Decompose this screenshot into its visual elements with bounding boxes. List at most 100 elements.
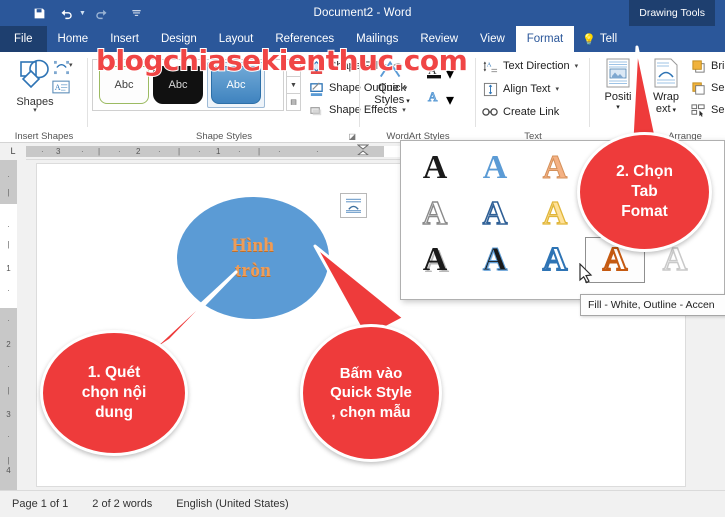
tab-insert[interactable]: Insert: [99, 26, 150, 52]
wordart-item-r3c1[interactable]: A: [405, 237, 465, 283]
status-bar: Page 1 of 1 2 of 2 words English (United…: [0, 490, 725, 517]
shape-style-thumb-2[interactable]: Abc: [153, 66, 203, 104]
tab-view[interactable]: View: [469, 26, 516, 52]
tell-me-box[interactable]: 💡 Tell: [574, 26, 625, 52]
tab-format[interactable]: Format: [515, 26, 575, 52]
text-fill-caret[interactable]: ▾: [446, 64, 454, 84]
shape-styles-dialog-launcher[interactable]: ◪: [348, 132, 356, 141]
tab-file[interactable]: File: [0, 26, 47, 52]
gallery-scroll-down-icon[interactable]: ▼: [286, 77, 301, 94]
wordart-item-r1c3[interactable]: A: [525, 145, 585, 191]
shape-style-thumb-3-selected[interactable]: Abc: [207, 62, 265, 108]
wordart-item-r1c4[interactable]: A: [585, 145, 645, 191]
wordart-item-r3c3[interactable]: A: [525, 237, 585, 283]
page-title: Document2 - Word: [313, 7, 412, 19]
ruler-mark-3L: 3: [56, 147, 61, 156]
position-icon: [606, 58, 630, 88]
text-outline-caret[interactable]: ▾: [446, 90, 454, 110]
group-arrange: Positi ▾ Wrap ext ▾ Bri Se Se Arrange: [590, 52, 725, 143]
wordart-tooltip: Fill - White, Outline - Accen: [580, 294, 725, 316]
tab-home[interactable]: Home: [47, 26, 100, 52]
bring-forward-button[interactable]: Bri: [690, 58, 724, 74]
tab-stop-selector[interactable]: L: [0, 142, 26, 160]
svg-text:A: A: [428, 89, 438, 104]
tab-references[interactable]: References: [264, 26, 345, 52]
wordart-gallery-dropdown[interactable]: A A A A A A A A A A A A A A A: [400, 140, 725, 300]
align-text-button[interactable]: Align Text ▾: [482, 81, 559, 97]
group-label-insert-shapes: Insert Shapes: [14, 131, 74, 142]
wordart-item-r1c2[interactable]: A: [465, 145, 525, 191]
group-shape-styles: Abc Abc Abc ▲ ▼ ▤ Shape Fill ▾ Shape Out…: [88, 52, 407, 143]
quick-styles-button[interactable]: Quick Styles ▾: [366, 82, 418, 108]
shape-style-thumb-3: Abc: [211, 66, 261, 104]
text-direction-label: Text Direction: [503, 60, 570, 72]
bring-forward-icon: [690, 58, 706, 74]
text-fill-icon: A: [426, 62, 442, 85]
position-button[interactable]: Positi ▾: [594, 58, 642, 111]
wordart-item-r1c5[interactable]: A: [645, 145, 705, 191]
text-direction-caret[interactable]: ▾: [575, 62, 579, 70]
lightbulb-icon: 💡: [582, 33, 596, 46]
wordart-item-r2c4[interactable]: A: [585, 191, 645, 237]
status-page[interactable]: Page 1 of 1: [12, 498, 68, 510]
wordart-item-r1c1[interactable]: A: [405, 145, 465, 191]
create-link-button[interactable]: Create Link: [482, 104, 559, 120]
wrap-text-button[interactable]: Wrap ext ▾: [642, 58, 690, 115]
align-text-caret[interactable]: ▾: [556, 85, 560, 93]
text-direction-icon: A: [482, 58, 498, 74]
selection-pane-icon: [690, 102, 706, 118]
text-outline-icon: A: [426, 88, 442, 111]
text-fill-button[interactable]: A ▾: [426, 62, 454, 85]
shapes-dropdown-caret[interactable]: ▾: [6, 107, 64, 114]
shape-styles-gallery[interactable]: Abc Abc Abc: [92, 59, 284, 111]
group-label-shape-styles: Shape Styles: [196, 131, 252, 142]
wordart-item-r2c2[interactable]: A: [465, 191, 525, 237]
indent-marker-first-line[interactable]: [357, 144, 369, 155]
align-text-label: Align Text: [503, 83, 551, 95]
svg-text:A: A: [55, 83, 61, 92]
text-outline-button[interactable]: A ▾: [426, 88, 455, 111]
wordart-item-r3c2[interactable]: A: [465, 237, 525, 283]
contextual-tab-label: Drawing Tools: [629, 0, 715, 26]
status-words[interactable]: 2 of 2 words: [92, 498, 152, 510]
wordart-item-r3c5[interactable]: A: [645, 237, 705, 283]
wordart-item-r2c3[interactable]: A: [525, 191, 585, 237]
vruler-mark-3: 3: [6, 410, 11, 419]
send-backward-button[interactable]: Se: [690, 80, 724, 96]
align-text-icon: [482, 81, 498, 97]
selection-pane-button[interactable]: Se: [690, 102, 724, 118]
bring-forward-label: Bri: [711, 60, 725, 72]
quick-styles-line1: Quick: [377, 82, 407, 94]
tab-design[interactable]: Design: [150, 26, 208, 52]
status-language[interactable]: English (United States): [176, 498, 289, 510]
shape-styles-scroll[interactable]: ▲ ▼ ▤: [286, 59, 301, 111]
ribbon: Shapes ▾ ▾ A Insert Shapes Abc Abc Abc ▲…: [0, 52, 725, 143]
circle-shape[interactable]: Hình tròn: [177, 197, 329, 319]
shape-outline-icon: [308, 80, 324, 96]
gallery-more-icon[interactable]: ▤: [286, 94, 301, 111]
send-backward-icon: [690, 80, 706, 96]
group-text: A Text Direction ▾ Align Text ▾ Create L…: [476, 52, 590, 143]
edit-shape-caret[interactable]: ▾: [69, 61, 73, 69]
wordart-item-r2c1[interactable]: A: [405, 191, 465, 237]
layout-options-icon[interactable]: [340, 193, 367, 218]
wordart-item-r2c5[interactable]: A: [645, 191, 705, 237]
wordart-gallery-preview[interactable]: [370, 58, 414, 82]
position-caret[interactable]: ▾: [594, 103, 642, 111]
wrap-text-label-1: Wrap: [652, 91, 680, 103]
mouse-cursor-icon: [579, 263, 593, 284]
quick-styles-line2: Styles: [374, 94, 405, 106]
svg-text:A: A: [428, 63, 437, 77]
title-bar: ▼ Document2 - Word Drawing Tools: [0, 0, 725, 26]
text-direction-button[interactable]: A Text Direction ▾: [482, 58, 578, 74]
gallery-scroll-up-icon[interactable]: ▲: [286, 59, 301, 77]
vertical-ruler[interactable]: · | · | 1 · · 2 · | 3 · | 4: [0, 160, 17, 490]
tab-mailings[interactable]: Mailings: [345, 26, 409, 52]
wrap-text-label-2: ext: [655, 103, 671, 115]
group-wordart-styles: Quick Styles ▾ A ▾ A ▾ WordArt Styles: [360, 52, 476, 143]
tab-review[interactable]: Review: [409, 26, 469, 52]
text-box-icon[interactable]: A: [50, 78, 72, 96]
group-insert-shapes: Shapes ▾ ▾ A Insert Shapes: [0, 52, 88, 143]
tab-layout[interactable]: Layout: [208, 26, 265, 52]
shape-style-thumb-1[interactable]: Abc: [99, 66, 149, 104]
